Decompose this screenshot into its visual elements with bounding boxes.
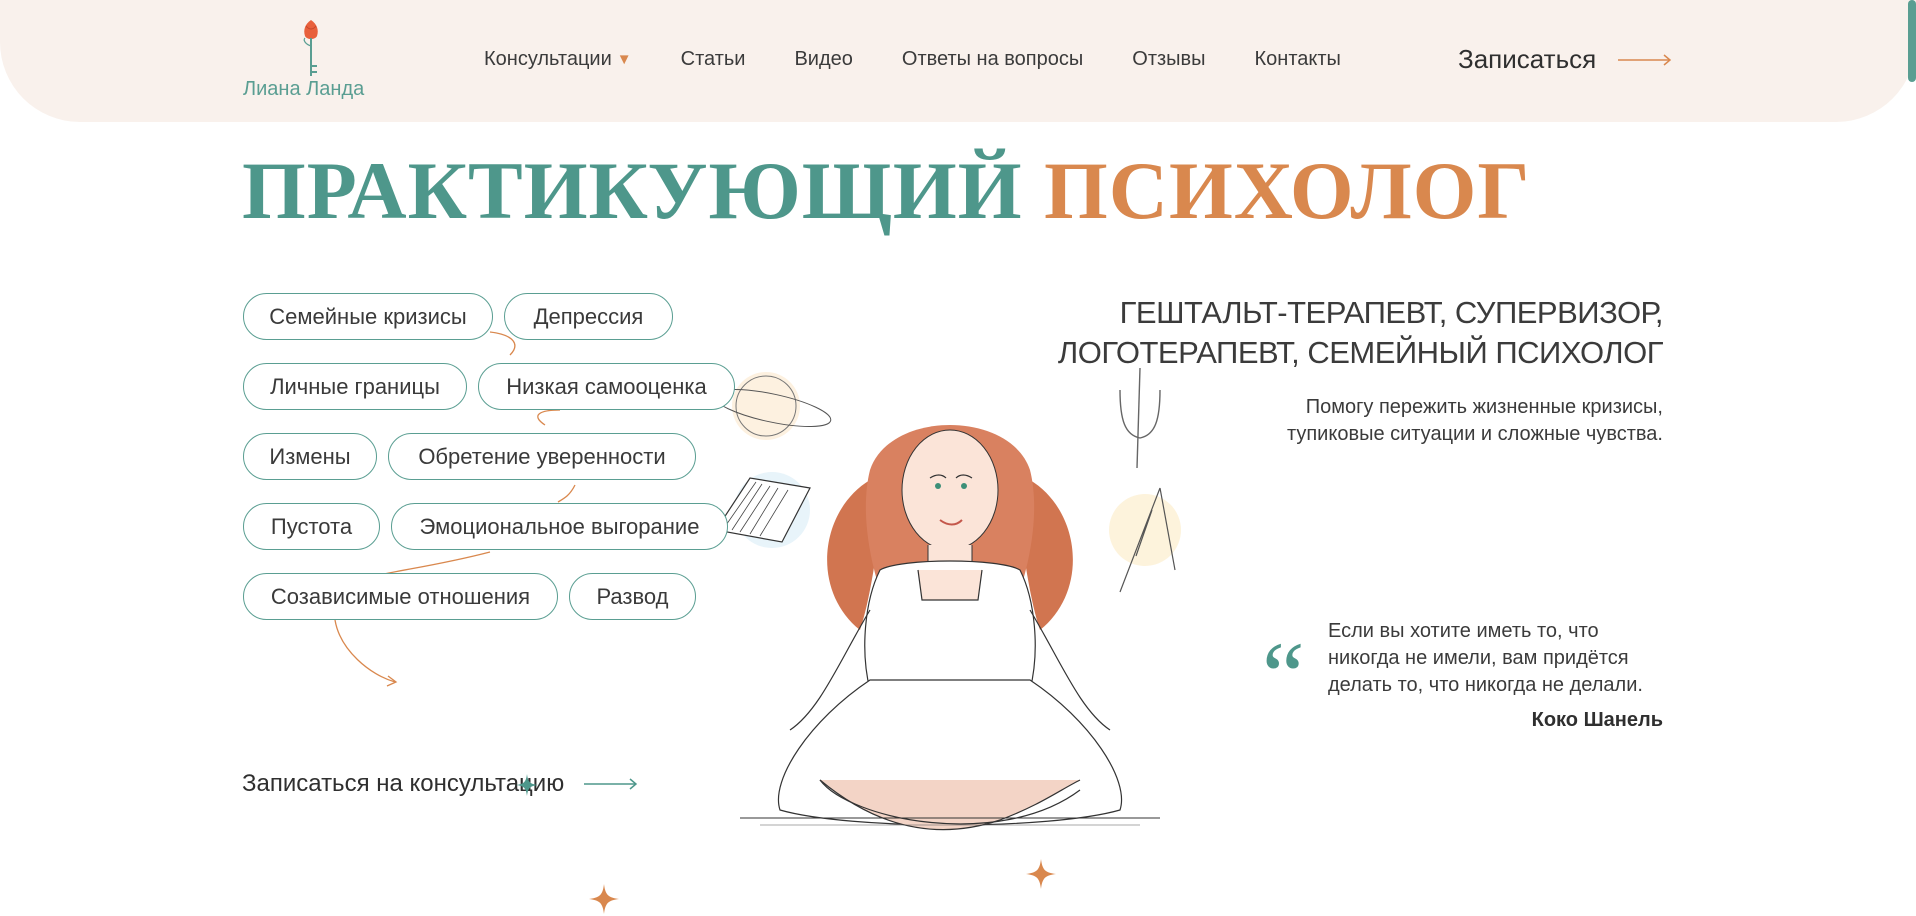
page-title-part1: ПРАКТИКУЮЩИЙ	[242, 145, 1023, 236]
tag-emptiness[interactable]: Пустота	[243, 503, 380, 550]
tag-connector-lines	[334, 331, 576, 687]
scrollbar-thumb[interactable]	[1908, 0, 1916, 82]
nav-item-reviews[interactable]: Отзывы	[1132, 48, 1205, 71]
main-nav: Консультации ▼ Статьи Видео Ответы на во…	[484, 48, 1390, 71]
tag-burnout[interactable]: Эмоциональное выгорание	[391, 503, 728, 550]
nav-item-contacts[interactable]: Контакты	[1255, 48, 1341, 71]
tulip-key-logo-icon	[303, 20, 318, 76]
signup-button[interactable]: Записаться	[1458, 44, 1672, 75]
tag-depression[interactable]: Депрессия	[504, 293, 673, 340]
arrow-right-icon	[584, 778, 638, 790]
quote-line-1: Если вы хотите иметь то, что	[1328, 620, 1599, 642]
tag-divorce[interactable]: Развод	[569, 573, 696, 620]
arrow-right-icon	[1618, 53, 1672, 66]
tag-gaining-confidence[interactable]: Обретение уверенности	[388, 433, 696, 480]
help-line-1: Помогу пережить жизненные кризисы,	[1305, 396, 1663, 418]
sparkle-icon	[589, 884, 619, 914]
tag-low-self-esteem[interactable]: Низкая самооценка	[478, 363, 735, 410]
page-title: ПРАКТИКУЮЩИЙ ПСИХОЛОГ	[242, 150, 1531, 232]
sparkle-icon	[516, 774, 538, 796]
nav-item-label: Консультации	[484, 48, 612, 70]
quote-line-3: делать то, что никогда не делали.	[1328, 674, 1643, 696]
quote-mark-icon: “	[1262, 622, 1305, 729]
psychologist-illustration	[712, 367, 1181, 831]
help-line-2: тупиковые ситуации и сложные чувства.	[1286, 423, 1663, 445]
quote-line-2: никогда не имели, вам придётся	[1328, 647, 1629, 669]
nav-item-video[interactable]: Видео	[794, 48, 852, 71]
help-description: Помогу пережить жизненные кризисы, тупик…	[1287, 394, 1663, 448]
tag-infidelity[interactable]: Измены	[243, 433, 377, 480]
quote-text: Если вы хотите иметь то, что никогда не …	[1328, 618, 1643, 699]
dropdown-caret-icon: ▼	[616, 51, 632, 68]
book-consultation-link[interactable]: Записаться на консультацию	[242, 770, 638, 798]
quote-author: Коко Шанель	[1531, 709, 1663, 731]
logo-text[interactable]: Лиана Ланда	[243, 78, 364, 101]
page-title-part2: ПСИХОЛОГ	[1043, 145, 1531, 236]
titles-line-1: ГЕШТАЛЬТ-ТЕРАПЕВТ, СУПЕРВИЗОР,	[1119, 295, 1664, 330]
nav-item-faq[interactable]: Ответы на вопросы	[902, 48, 1083, 71]
signup-label: Записаться	[1458, 44, 1597, 74]
tag-family-crisis[interactable]: Семейные кризисы	[243, 293, 493, 340]
nav-item-articles[interactable]: Статьи	[681, 48, 746, 71]
nav-item-consultations[interactable]: Консультации ▼	[484, 48, 632, 71]
tag-codependent-relationships[interactable]: Созависимые отношения	[243, 573, 558, 620]
site-header: Лиана Ланда Консультации ▼ Статьи Видео …	[0, 0, 1916, 122]
tag-personal-boundaries[interactable]: Личные границы	[243, 363, 467, 410]
scrollbar[interactable]	[1908, 0, 1916, 916]
